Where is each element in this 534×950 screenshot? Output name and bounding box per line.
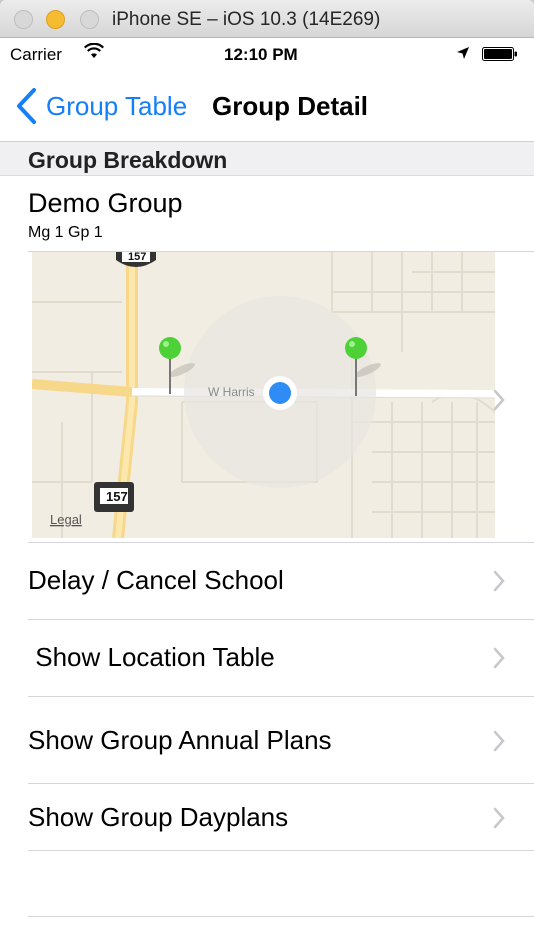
location-services-icon <box>457 47 469 59</box>
chevron-right-icon <box>493 389 505 411</box>
status-time: 12:10 PM <box>224 45 298 64</box>
simulator-window: iPhone SE – iOS 10.3 (14E269) Carrier 12… <box>0 0 534 950</box>
map-legal-link[interactable]: Legal <box>50 512 82 527</box>
highway-shield-icon: 157 <box>116 252 156 267</box>
back-button[interactable]: Group Table <box>46 91 187 122</box>
map-pin-1[interactable] <box>159 337 181 394</box>
separator <box>28 916 534 917</box>
chevron-right-icon <box>493 647 505 669</box>
chevron-right-icon <box>493 570 505 592</box>
separator <box>28 850 534 851</box>
zoom-window-button[interactable] <box>80 10 99 29</box>
map-canvas: W Harris 157 157 Legal <box>32 252 495 538</box>
svg-text:157: 157 <box>128 252 146 263</box>
section-header-label: Group Breakdown <box>28 147 228 173</box>
menu-row-label: Delay / Cancel School <box>28 565 284 595</box>
status-bar: Carrier 12:10 PM <box>0 38 534 72</box>
carrier-label: Carrier <box>10 45 62 64</box>
section-header: Group Breakdown <box>0 142 534 176</box>
chevron-right-icon <box>493 807 505 829</box>
battery-icon <box>482 47 517 61</box>
menu-row-label: Show Location Table <box>28 642 275 672</box>
chevron-right-icon <box>493 730 505 752</box>
group-subtitle: Mg 1 Gp 1 <box>28 224 103 241</box>
group-name: Demo Group <box>28 188 183 218</box>
user-location-icon <box>263 376 297 410</box>
page-title: Group Detail <box>212 91 369 121</box>
group-info-cell: Demo Group Mg 1 Gp 1 <box>0 176 534 252</box>
close-window-button[interactable] <box>14 10 33 29</box>
menu-row-label: Show Group Annual Plans <box>28 725 332 755</box>
menu-row-show-location-table[interactable]: Show Location Table <box>0 620 534 696</box>
map-view[interactable]: W Harris 157 157 Legal <box>32 252 495 538</box>
wifi-icon <box>84 43 104 58</box>
menu-row-show-group-annual-plans[interactable]: Show Group Annual Plans <box>0 697 534 783</box>
window-title: iPhone SE – iOS 10.3 (14E269) <box>112 9 381 30</box>
minimize-window-button[interactable] <box>46 10 65 29</box>
back-chevron-icon[interactable] <box>14 86 38 126</box>
menu-row-show-group-dayplans[interactable]: Show Group Dayplans <box>0 784 534 850</box>
highway-shield-icon: 157 <box>94 482 134 512</box>
navigation-bar: Group Table Group Detail <box>0 72 534 142</box>
svg-text:157: 157 <box>106 489 128 504</box>
device-screen: Carrier 12:10 PM Group Table Group Detai… <box>0 38 534 950</box>
window-titlebar: iPhone SE – iOS 10.3 (14E269) <box>0 0 534 38</box>
menu-row-delay-cancel-school[interactable]: Delay / Cancel School <box>0 543 534 619</box>
menu-row-label: Show Group Dayplans <box>28 802 289 832</box>
street-label: W Harris <box>208 385 255 399</box>
